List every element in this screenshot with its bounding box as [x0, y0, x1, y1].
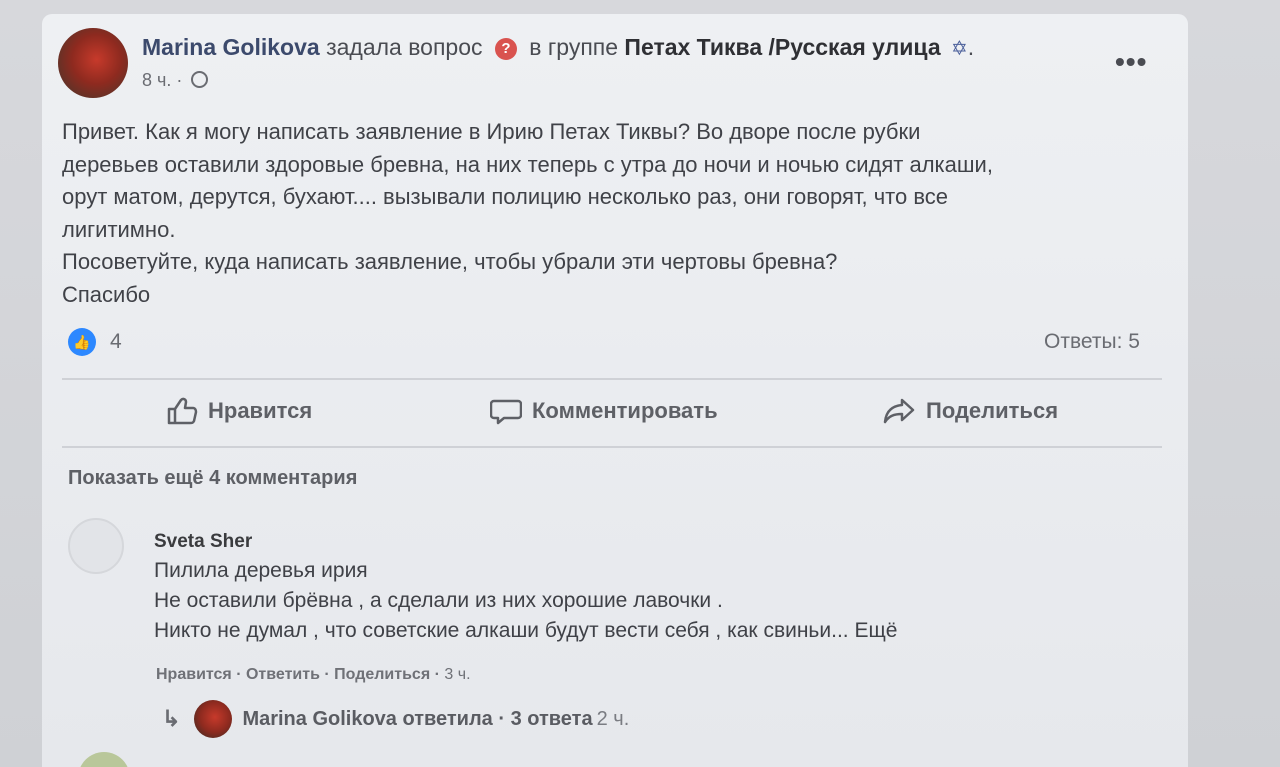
like-reaction-icon: 👍 [68, 328, 96, 356]
group-suffix: . [967, 34, 975, 60]
israel-flag-icon: ✡ [951, 38, 968, 60]
post-body-line: Посоветуйте, куда написать заявление, чт… [62, 249, 838, 274]
post-body-line: деревьев оставили здоровые бревна, на ни… [62, 151, 993, 177]
comment-button[interactable]: Комментировать [490, 396, 718, 426]
post-header: Marina Golikova задала вопрос ? в группе… [142, 34, 974, 61]
like-button[interactable]: Нравится [166, 396, 312, 426]
comment-like-link[interactable]: Нравится [156, 666, 232, 683]
post-time[interactable]: 8 ч. · [142, 70, 182, 90]
post-body-line: Спасибо [62, 281, 151, 307]
comment-text: Пилила деревья ирия Не оставили брёвна ,… [154, 556, 897, 646]
show-more-comments-link[interactable]: Показать ещё 4 комментария [68, 467, 357, 490]
reply-arrow-icon: ↳ [162, 706, 181, 731]
post-body-line: Привет. Как я могу написать заявление в … [62, 119, 921, 144]
share-button-label: Поделиться [926, 398, 1059, 423]
post-body-line: орут матом, дерутся, бухают.... вызывали… [62, 184, 949, 209]
comment-line: Не оставили брёвна , а сделали из них хо… [154, 589, 723, 612]
comment-bubble-icon [490, 399, 522, 425]
comment-reply-link[interactable]: Ответить [246, 666, 320, 683]
replies-time: 2 ч. [596, 707, 630, 730]
share-button[interactable]: Поделиться [882, 396, 1058, 426]
comment-actions: Нравится · Ответить · Поделиться · 3 ч. [156, 666, 471, 683]
post-body-line: лигитимно. [62, 216, 176, 242]
action-text: задала вопрос [326, 34, 483, 60]
comment-line: Пилила деревья ирия [154, 559, 368, 582]
author-name[interactable]: Marina Golikova [142, 34, 320, 60]
comment-share-link[interactable]: Поделиться [334, 666, 430, 683]
reactions-summary[interactable]: 👍 4 [68, 328, 122, 356]
comment-line[interactable]: Никто не думал , что советские алкаши бу… [154, 616, 897, 646]
likes-count: 4 [110, 330, 122, 353]
reply-author-avatar [194, 700, 233, 738]
commenter-avatar[interactable] [68, 518, 124, 574]
author-avatar[interactable] [58, 28, 128, 98]
comment-time[interactable]: 3 ч. [444, 666, 470, 683]
question-icon: ? [494, 38, 517, 60]
globe-icon [191, 71, 209, 88]
comment-author[interactable]: Sveta Sher [154, 531, 252, 553]
post-meta: 8 ч. · [142, 70, 209, 91]
post-body: Привет. Как я могу написать заявление в … [62, 116, 1162, 311]
like-button-label: Нравится [208, 398, 313, 423]
divider [62, 378, 1162, 380]
in-group-text: в группе [529, 34, 619, 60]
divider [62, 446, 1162, 448]
thumbs-up-icon [167, 397, 198, 425]
answers-count[interactable]: Ответы: 5 [1044, 330, 1140, 354]
share-arrow-icon [883, 398, 915, 424]
replies-summary-text: Marina Golikova ответила · 3 ответа [242, 707, 593, 730]
group-name[interactable]: Петах Тиква /Русская улица [624, 34, 940, 60]
comment-button-label: Комментировать [532, 398, 718, 423]
more-options-icon[interactable]: ••• [1115, 48, 1147, 76]
replies-summary[interactable]: ↳ Marina Golikova ответила · 3 ответа 2 … [162, 700, 629, 738]
